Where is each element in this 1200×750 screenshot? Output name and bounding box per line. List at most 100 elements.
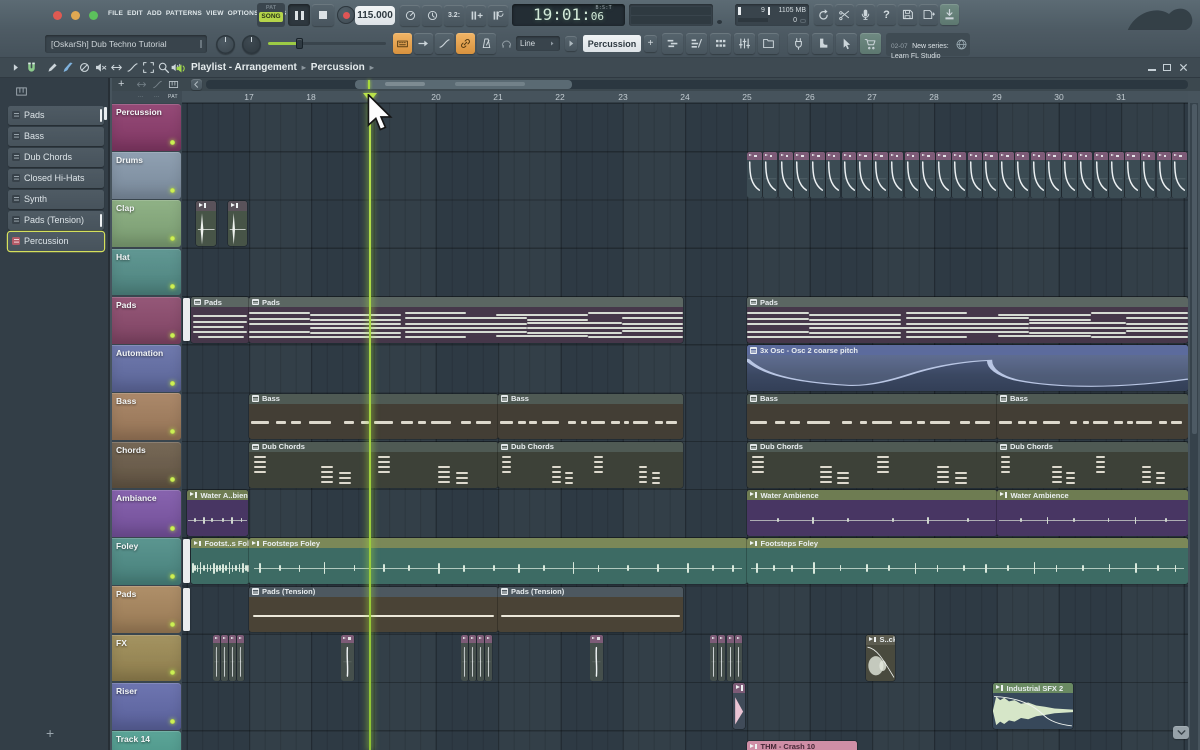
- audio-cell[interactable]: [1109, 152, 1124, 198]
- scroll-left-button[interactable]: [191, 79, 202, 90]
- metronome-clock-button[interactable]: [422, 5, 442, 26]
- pattern-add-button[interactable]: +: [644, 35, 657, 52]
- audio-clip[interactable]: [733, 683, 745, 729]
- metronome-button[interactable]: [477, 33, 496, 54]
- pattern-prev-button[interactable]: [565, 36, 577, 51]
- audio-clip[interactable]: [710, 635, 743, 681]
- playhead-line[interactable]: [369, 103, 371, 750]
- snap-selector[interactable]: Line: [516, 36, 560, 51]
- menu-item-edit[interactable]: EDIT: [127, 10, 143, 17]
- audio-clip[interactable]: THM - Crash 10: [747, 741, 857, 750]
- track-led[interactable]: [170, 188, 175, 193]
- add-track-button[interactable]: +: [118, 78, 124, 90]
- audio-cell[interactable]: [794, 152, 809, 198]
- pattern-clip[interactable]: Dub Chords: [498, 442, 683, 488]
- clip-start-marker[interactable]: [183, 298, 190, 341]
- delete-tool-icon[interactable]: [78, 61, 91, 74]
- pattern-item-dub-chords[interactable]: Dub Chords: [8, 148, 104, 167]
- slide-tool-icon[interactable]: [126, 61, 139, 74]
- step-edit-button[interactable]: [414, 33, 433, 54]
- link-button[interactable]: [456, 33, 475, 54]
- playlist-grid[interactable]: PadsPadsPads3x Osc - Osc 2 coarse pitchB…: [182, 103, 1188, 750]
- audio-cell[interactable]: [590, 635, 603, 681]
- mute-tool-icon[interactable]: [94, 61, 107, 74]
- help-button[interactable]: ?: [877, 4, 896, 25]
- slider-thumb[interactable]: [296, 38, 303, 49]
- menu-item-add[interactable]: ADD: [147, 10, 162, 17]
- breadcrumb-arrangement[interactable]: Playlist - Arrangement: [191, 62, 297, 73]
- audio-clip[interactable]: Footst..s Foley: [191, 538, 249, 584]
- audio-cell[interactable]: [983, 152, 998, 198]
- audio-cell[interactable]: [1015, 152, 1030, 198]
- pattern-clip[interactable]: Pads (Tension): [249, 587, 498, 633]
- window-minimize-light[interactable]: [71, 11, 80, 20]
- track-header[interactable]: FX: [112, 635, 181, 682]
- export-button[interactable]: [940, 4, 959, 25]
- pattern-list-scrollbar[interactable]: [104, 107, 107, 120]
- audio-cell[interactable]: [727, 635, 734, 681]
- bpm-display[interactable]: 115.000: [355, 6, 395, 25]
- pat-mode-label[interactable]: PAT: [257, 5, 285, 11]
- add-pattern-button[interactable]: +: [46, 725, 54, 741]
- audio-cell[interactable]: [763, 152, 778, 198]
- audio-cell[interactable]: [1094, 152, 1109, 198]
- audio-clip[interactable]: Water Ambience: [997, 490, 1188, 536]
- pattern-clip[interactable]: Pads: [249, 297, 683, 343]
- audio-cell[interactable]: [229, 635, 236, 681]
- audio-clip[interactable]: [747, 152, 1188, 198]
- pattern-selector[interactable]: Percussion: [583, 35, 641, 52]
- audio-cell[interactable]: [735, 635, 742, 681]
- audio-clip[interactable]: S..ck: [866, 635, 895, 681]
- shop-button[interactable]: [860, 33, 881, 54]
- track-header[interactable]: Pads: [112, 297, 181, 344]
- playlist-button[interactable]: [662, 33, 683, 54]
- record-audio-button[interactable]: [856, 4, 875, 25]
- pitch-wheel-button[interactable]: [400, 5, 420, 26]
- vscroll-thumb[interactable]: [1192, 104, 1197, 434]
- typing-keyboard-to-piano-button[interactable]: [393, 33, 412, 54]
- audio-clip[interactable]: Water Ambience: [747, 490, 997, 536]
- audio-clip[interactable]: Footsteps Foley: [747, 538, 1188, 584]
- mixer-button[interactable]: [734, 33, 755, 54]
- audio-clip[interactable]: Industrial SFX 2: [993, 683, 1073, 729]
- multitouch-button[interactable]: [836, 33, 857, 54]
- pattern-tab-icon[interactable]: [168, 79, 179, 90]
- audio-cell[interactable]: [710, 635, 717, 681]
- draw-pencil-icon[interactable]: [46, 61, 59, 74]
- audio-cell[interactable]: [477, 635, 484, 681]
- audio-cell[interactable]: [1157, 152, 1172, 198]
- plugin-picker-button[interactable]: [788, 33, 809, 54]
- menu-item-patterns[interactable]: PATTERNS: [166, 10, 202, 17]
- audio-cell[interactable]: [968, 152, 983, 198]
- menu-caret-icon[interactable]: [9, 61, 22, 74]
- stop-button[interactable]: [312, 4, 334, 26]
- track-header[interactable]: Ambiance: [112, 490, 181, 537]
- shuffle-slider-track[interactable]: [268, 42, 386, 45]
- piano-roll-button[interactable]: [686, 33, 707, 54]
- track-header[interactable]: Riser: [112, 683, 181, 730]
- stretch-tab-icon[interactable]: [136, 79, 147, 90]
- track-header[interactable]: Drums: [112, 152, 181, 199]
- track-led[interactable]: [170, 333, 175, 338]
- paint-brush-icon[interactable]: [62, 61, 75, 74]
- slide-tab-icon[interactable]: [152, 79, 163, 90]
- main-volume-knob[interactable]: [216, 35, 235, 54]
- track-led[interactable]: [170, 477, 175, 482]
- pattern-item-pads[interactable]: Pads: [8, 106, 104, 125]
- track-header[interactable]: Bass: [112, 393, 181, 440]
- select-tool-icon[interactable]: [142, 61, 155, 74]
- track-header[interactable]: Automation: [112, 345, 181, 392]
- audio-clip[interactable]: [590, 635, 604, 681]
- playlist-overview-scrollbar[interactable]: [206, 80, 1188, 90]
- snap-magnet-icon[interactable]: [25, 61, 38, 74]
- audio-cell[interactable]: [1046, 152, 1061, 198]
- chan-tab-label[interactable]: ···: [154, 94, 160, 100]
- song-title-field[interactable]: [OskarSh] Dub Techno Tutorial: [45, 35, 207, 53]
- cut-tool-button[interactable]: [835, 4, 854, 25]
- channel-rack-button[interactable]: [710, 33, 731, 54]
- track-header[interactable]: Pads: [112, 586, 181, 633]
- audio-clip[interactable]: Water A..bience: [187, 490, 248, 536]
- track-led[interactable]: [170, 284, 175, 289]
- audio-cell[interactable]: [952, 152, 967, 198]
- pattern-item-synth[interactable]: Synth: [8, 190, 104, 209]
